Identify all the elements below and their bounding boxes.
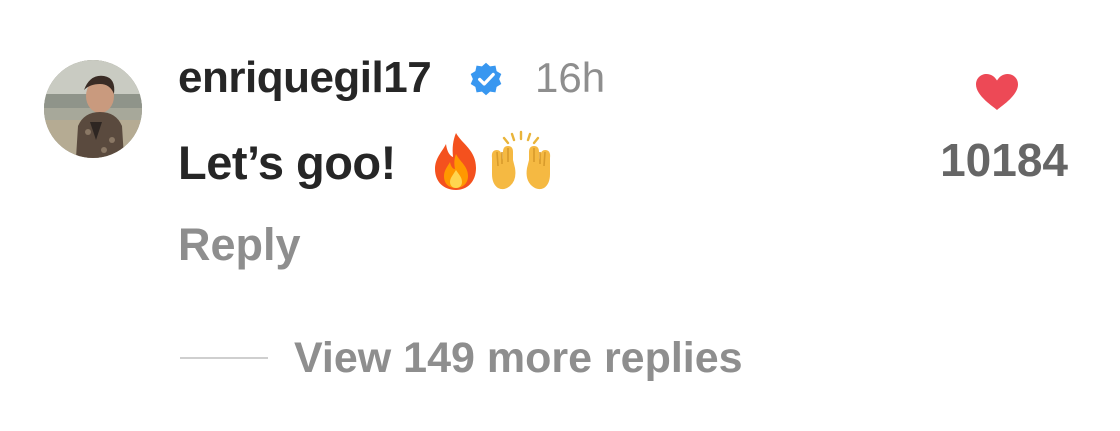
timestamp: 16h bbox=[535, 54, 606, 101]
comment-row: enriquegil17 16h Let’s goo! 10184 Reply … bbox=[0, 0, 1120, 431]
like-count: 10184 bbox=[940, 134, 1068, 186]
comment-text: Let’s goo! bbox=[178, 136, 396, 189]
fire-emoji-icon bbox=[435, 133, 476, 190]
avatar[interactable] bbox=[44, 60, 142, 158]
verified-badge-icon bbox=[470, 62, 502, 96]
heart-icon[interactable] bbox=[974, 72, 1020, 112]
view-more-replies-button[interactable]: View 149 more replies bbox=[294, 330, 743, 386]
raising-hands-emoji-icon bbox=[491, 130, 551, 190]
username[interactable]: enriquegil17 bbox=[178, 52, 432, 104]
divider-line bbox=[180, 357, 268, 359]
avatar-image bbox=[44, 60, 142, 158]
reply-button[interactable]: Reply bbox=[178, 217, 301, 273]
